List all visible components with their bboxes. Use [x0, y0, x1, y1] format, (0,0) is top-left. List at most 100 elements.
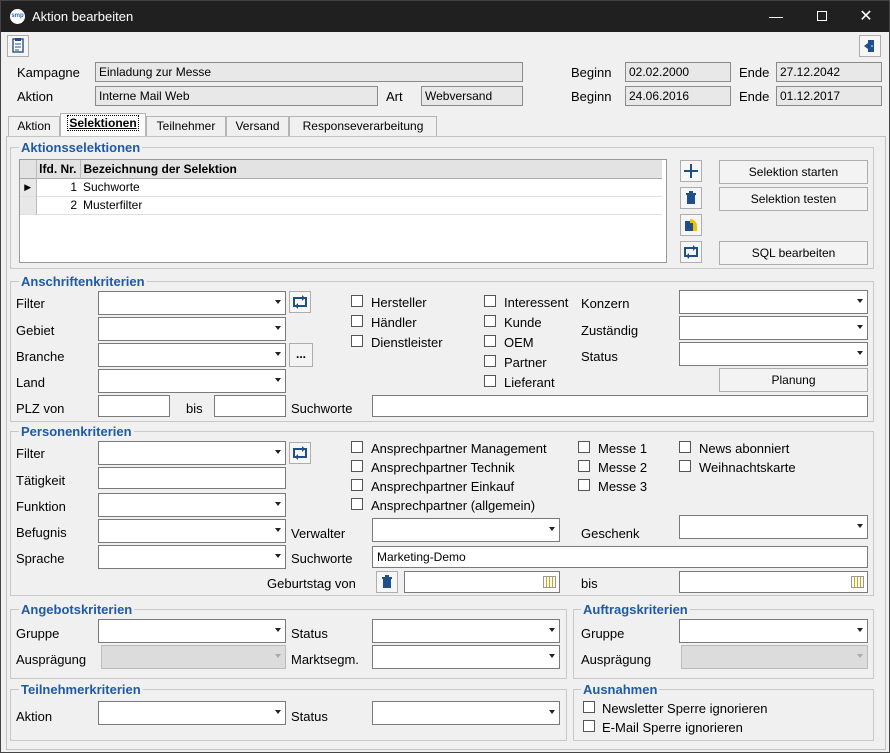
tab-teilnehmer[interactable]: Teilnehmer — [146, 116, 226, 136]
tab-aktion[interactable]: Aktion — [8, 116, 60, 136]
selection-grid[interactable]: lfd. Nr. Bezeichnung der Selektion ▶ 1 S… — [19, 159, 667, 263]
angebot-status-select[interactable] — [372, 619, 560, 643]
tab-versand[interactable]: Versand — [226, 116, 289, 136]
interessent-label: Interessent — [504, 295, 569, 310]
ap-einkauf-checkbox[interactable] — [351, 479, 363, 491]
filter-select[interactable] — [98, 291, 286, 315]
anschrift-suchworte-input[interactable] — [372, 395, 868, 417]
row-header — [20, 196, 37, 214]
lieferant-checkbox[interactable] — [484, 375, 496, 387]
tab-selektionen[interactable]: Selektionen — [60, 113, 146, 137]
konzern-select[interactable] — [679, 290, 868, 314]
email-sperre-checkbox[interactable] — [583, 720, 595, 732]
kampagne-label: Kampagne — [17, 65, 80, 80]
teilnehmer-aktion-select[interactable] — [98, 701, 286, 725]
ap-allgemein-checkbox[interactable] — [351, 498, 363, 510]
trash-icon[interactable] — [680, 187, 702, 209]
angebot-gruppe-select[interactable] — [98, 619, 286, 643]
document-icon[interactable] — [7, 35, 29, 57]
messe1-checkbox[interactable] — [578, 441, 590, 453]
partner-checkbox[interactable] — [484, 355, 496, 367]
filter-refresh-icon[interactable] — [289, 291, 311, 313]
sprache-select[interactable] — [98, 545, 286, 569]
sql-bearbeiten-button[interactable]: SQL bearbeiten — [719, 241, 868, 265]
calendar-icon[interactable] — [543, 576, 556, 588]
aktionsselektionen-title: Aktionsselektionen — [19, 140, 143, 155]
verwalter-select[interactable] — [372, 518, 560, 542]
angebot-auspraegung-label: Ausprägung — [16, 652, 87, 667]
ap-management-checkbox[interactable] — [351, 441, 363, 453]
plz-bis-input[interactable] — [214, 395, 286, 417]
weihnachtskarte-checkbox[interactable] — [679, 460, 691, 472]
befugnis-select[interactable] — [98, 519, 286, 543]
oem-checkbox[interactable] — [484, 335, 496, 347]
window-title: Aktion bearbeiten — [32, 9, 134, 24]
plz-von-label: PLZ von — [16, 401, 65, 416]
news-abonniert-checkbox[interactable] — [679, 441, 691, 453]
selektion-testen-button[interactable]: Selektion testen — [719, 187, 868, 211]
kampagne-field: Einladung zur Messe — [95, 62, 523, 82]
gebiet-select[interactable] — [98, 317, 286, 341]
table-row[interactable]: ▶ 1 Suchworte — [20, 178, 662, 196]
tab-responseverarbeitung[interactable]: Responseverarbeitung — [289, 116, 437, 136]
haendler-label: Händler — [371, 315, 417, 330]
oem-label: OEM — [504, 335, 534, 350]
geburtstag-von-input[interactable] — [404, 571, 560, 593]
auftrag-gruppe-select[interactable] — [679, 619, 868, 643]
selektion-starten-button[interactable]: Selektion starten — [719, 160, 868, 184]
konzern-label: Konzern — [581, 296, 630, 311]
marktsegm-select[interactable] — [372, 645, 560, 669]
ap-technik-checkbox[interactable] — [351, 460, 363, 472]
row-name: Musterfilter — [83, 198, 143, 212]
beginn-label: Beginn — [571, 65, 612, 80]
auftragskriterien-title: Auftragskriterien — [581, 602, 690, 617]
minimize-button[interactable]: — — [753, 1, 799, 32]
kunde-checkbox[interactable] — [484, 315, 496, 327]
plz-von-input[interactable] — [98, 395, 170, 417]
geschenk-select[interactable] — [679, 515, 868, 539]
zustaendig-select[interactable] — [679, 316, 868, 340]
refresh-icon[interactable] — [680, 241, 702, 263]
teilnehmer-status-label: Status — [291, 709, 328, 724]
dienstleister-label: Dienstleister — [371, 335, 443, 350]
messe3-label: Messe 3 — [598, 479, 648, 494]
auftrag-auspraegung-select[interactable] — [681, 645, 868, 669]
haendler-checkbox[interactable] — [351, 315, 363, 327]
aktion-label: Aktion — [17, 89, 54, 104]
funktion-select[interactable] — [98, 493, 286, 517]
teilnehmer-status-select[interactable] — [372, 701, 560, 725]
current-row-indicator: ▶ — [20, 178, 37, 196]
exit-icon[interactable] — [859, 35, 881, 57]
plz-bis-label: bis — [186, 401, 203, 416]
messe3-checkbox[interactable] — [578, 479, 590, 491]
maximize-button[interactable] — [799, 1, 845, 32]
geburtstag-clear-icon[interactable] — [376, 571, 398, 593]
personenkriterien-title: Personenkriterien — [19, 424, 134, 439]
status-select[interactable] — [679, 342, 868, 366]
row-header-corner — [20, 160, 37, 178]
beginn-field-2: 24.06.2016 — [625, 86, 731, 106]
close-button[interactable]: ✕ — [843, 1, 889, 32]
ap-einkauf-label: Ansprechpartner Einkauf — [371, 479, 515, 494]
angebot-auspraegung-select[interactable] — [101, 645, 286, 669]
table-row[interactable]: 2 Musterfilter — [20, 196, 662, 214]
person-suchworte-input[interactable]: Marketing-Demo — [372, 546, 868, 568]
branche-select[interactable] — [98, 343, 286, 367]
newsletter-sperre-checkbox[interactable] — [583, 701, 595, 713]
taetigkeit-input[interactable] — [98, 467, 286, 489]
messe2-checkbox[interactable] — [578, 460, 590, 472]
ende-label: Ende — [739, 65, 770, 80]
interessent-checkbox[interactable] — [484, 295, 496, 307]
branche-browse-button[interactable]: ... — [289, 343, 313, 367]
add-icon[interactable] — [680, 160, 702, 182]
planung-button[interactable]: Planung — [719, 368, 868, 392]
beginn-field-1: 02.02.2000 — [625, 62, 731, 82]
geburtstag-bis-input[interactable] — [679, 571, 868, 593]
person-filter-refresh-icon[interactable] — [289, 442, 311, 464]
copy-icon[interactable] — [680, 214, 702, 236]
dienstleister-checkbox[interactable] — [351, 335, 363, 347]
hersteller-checkbox[interactable] — [351, 295, 363, 307]
calendar-icon[interactable] — [851, 576, 864, 588]
land-select[interactable] — [98, 369, 286, 393]
person-filter-select[interactable] — [98, 441, 286, 465]
